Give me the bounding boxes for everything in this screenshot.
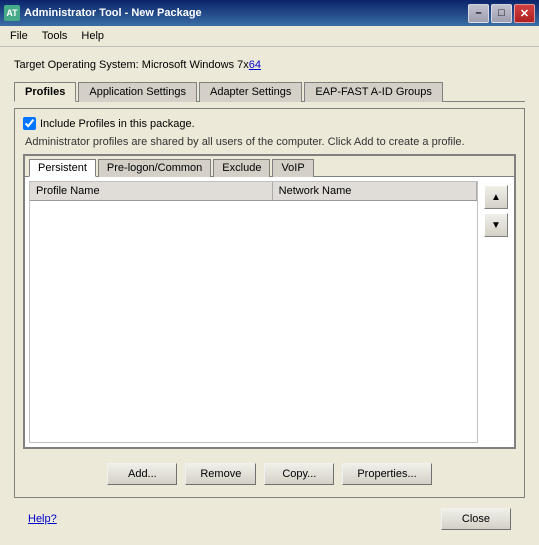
window-title: Administrator Tool - New Package	[24, 7, 202, 19]
updown-buttons: ▲ ▼	[482, 181, 510, 443]
inner-tab-exclude[interactable]: Exclude	[213, 159, 270, 177]
inner-tab-persistent[interactable]: Persistent	[29, 159, 96, 177]
include-profiles-checkbox[interactable]	[23, 117, 36, 130]
maximize-button[interactable]: □	[491, 4, 512, 23]
col-header-profile-name: Profile Name	[30, 182, 273, 200]
footer: Help? Close	[14, 504, 525, 536]
copy-button[interactable]: Copy...	[264, 463, 334, 485]
profile-table: Profile Name Network Name	[29, 181, 478, 443]
include-profiles-row: Include Profiles in this package.	[23, 117, 516, 130]
profiles-panel: Include Profiles in this package. Admini…	[14, 108, 525, 498]
info-text: Administrator profiles are shared by all…	[23, 136, 516, 148]
table-body	[30, 201, 477, 341]
main-tab-bar: Profiles Application Settings Adapter Se…	[14, 81, 525, 102]
remove-button[interactable]: Remove	[185, 463, 256, 485]
help-link[interactable]: Help?	[28, 513, 57, 525]
add-button[interactable]: Add...	[107, 463, 177, 485]
window-close-button[interactable]: ✕	[514, 4, 535, 23]
properties-button[interactable]: Properties...	[342, 463, 431, 485]
include-profiles-label: Include Profiles in this package.	[40, 118, 195, 130]
menu-file[interactable]: File	[4, 28, 34, 44]
title-bar: AT Administrator Tool - New Package – □ …	[0, 0, 539, 26]
title-bar-buttons: – □ ✕	[468, 4, 535, 23]
move-down-button[interactable]: ▼	[484, 213, 508, 237]
menu-bar: File Tools Help	[0, 26, 539, 47]
inner-content: Profile Name Network Name ▲ ▼	[25, 177, 514, 447]
tab-adapter-settings[interactable]: Adapter Settings	[199, 82, 302, 102]
menu-help[interactable]: Help	[75, 28, 110, 44]
target-os-link[interactable]: 64	[249, 59, 261, 71]
minimize-button[interactable]: –	[468, 4, 489, 23]
tab-eap-fast[interactable]: EAP-FAST A-ID Groups	[304, 82, 443, 102]
inner-tab-prelogon[interactable]: Pre-logon/Common	[98, 159, 211, 177]
action-buttons: Add... Remove Copy... Properties...	[23, 455, 516, 489]
tab-application-settings[interactable]: Application Settings	[78, 82, 197, 102]
table-header: Profile Name Network Name	[30, 182, 477, 201]
tab-profiles[interactable]: Profiles	[14, 82, 76, 102]
app-icon: AT	[4, 5, 20, 21]
target-os-row: Target Operating System: Microsoft Windo…	[14, 55, 525, 75]
move-up-button[interactable]: ▲	[484, 185, 508, 209]
main-content: Target Operating System: Microsoft Windo…	[0, 47, 539, 544]
inner-tab-area: Persistent Pre-logon/Common Exclude VoIP…	[23, 154, 516, 449]
inner-tab-voip[interactable]: VoIP	[272, 159, 313, 177]
close-button[interactable]: Close	[441, 508, 511, 530]
col-header-network-name: Network Name	[273, 182, 477, 200]
menu-tools[interactable]: Tools	[36, 28, 74, 44]
inner-tab-bar: Persistent Pre-logon/Common Exclude VoIP	[25, 156, 514, 177]
target-os-label: Target Operating System: Microsoft Windo…	[14, 59, 249, 71]
title-bar-left: AT Administrator Tool - New Package	[4, 5, 202, 21]
